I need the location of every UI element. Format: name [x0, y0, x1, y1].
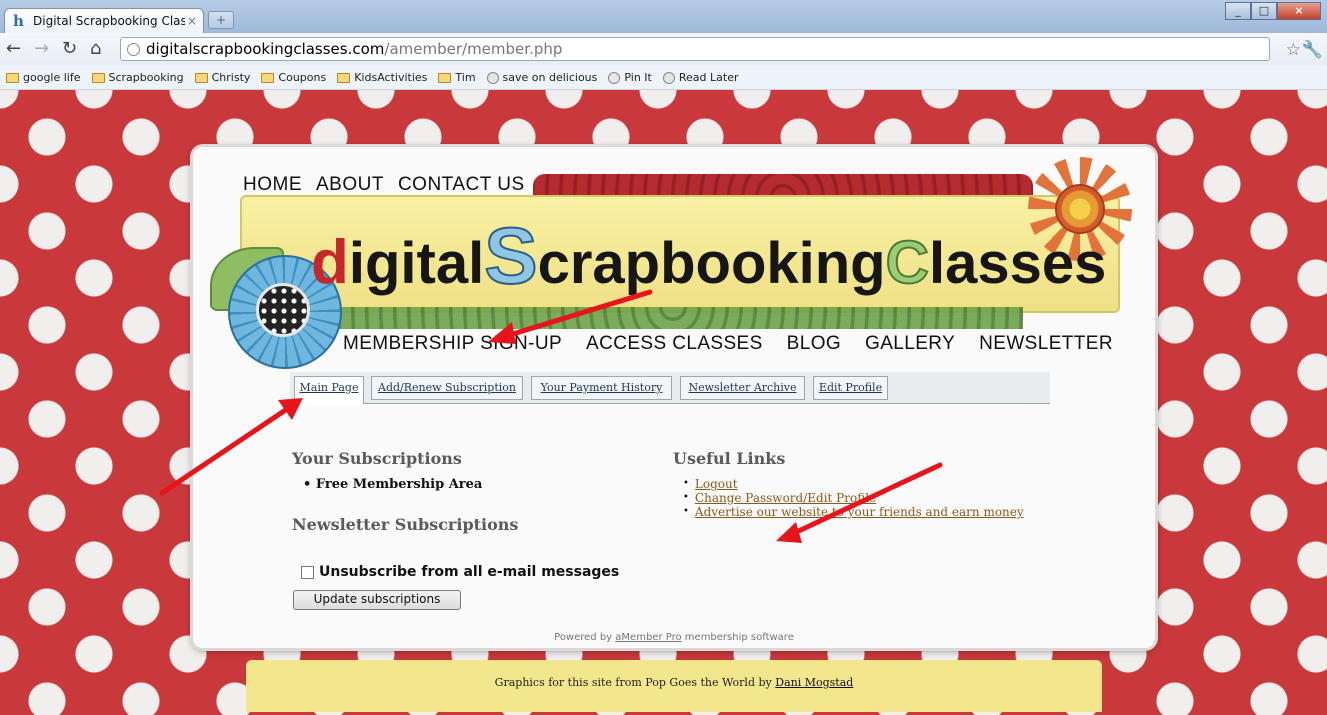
maximize-icon[interactable]: □	[1251, 2, 1277, 20]
green-ricrac-decoration	[323, 307, 1023, 329]
nav-blog[interactable]: BLOG	[787, 333, 841, 355]
flower-center-decoration	[256, 283, 310, 337]
useful-links-heading: Useful Links	[673, 449, 786, 468]
update-subscriptions-button[interactable]: Update subscriptions	[293, 590, 461, 610]
folder-icon	[337, 72, 351, 83]
tab-edit-profile[interactable]: Edit Profile	[813, 376, 888, 400]
nav-gallery[interactable]: GALLERY	[865, 333, 955, 355]
url-path: /amember/member.php	[384, 40, 563, 58]
unsubscribe-label[interactable]: Unsubscribe from all e-mail messages	[319, 564, 619, 580]
main-nav: MEMBERSHIP SIGN-UP ACCESS CLASSES BLOG G…	[343, 333, 1113, 355]
list-item: • Change Password/Edit Profile	[683, 491, 877, 505]
page-globe-icon	[127, 42, 140, 56]
bookmarks-bar: google life Scrapbooking Christy Coupons…	[0, 66, 1327, 90]
useful-links-list: • Logout • Change Password/Edit Profile • A…	[683, 477, 1024, 519]
change-password-link[interactable]: Change Password/Edit Profile	[695, 491, 876, 505]
tab-add-renew-subscription[interactable]: Add/Renew Subscription	[371, 376, 523, 400]
globe-icon	[608, 71, 621, 84]
tab-title: Digital Scrapbooking Classe	[33, 14, 185, 28]
address-bar[interactable]: digitalscrapbookingclasses.com /amember/…	[120, 37, 1270, 61]
tab-payment-history[interactable]: Your Payment History	[531, 376, 672, 400]
newsletter-heading: Newsletter Subscriptions	[292, 515, 519, 534]
nav-membership-sign-up[interactable]: MEMBERSHIP SIGN-UP	[343, 333, 562, 355]
nav-about[interactable]: ABOUT	[316, 174, 384, 195]
subscriptions-heading: Your Subscriptions	[292, 449, 462, 468]
home-icon[interactable]: ⌂	[90, 40, 101, 58]
bookmark-star-icon[interactable]: ☆	[1286, 40, 1301, 60]
nav-newsletter[interactable]: NEWSLETTER	[979, 333, 1113, 355]
browser-toolbar: ← → ↻ ⌂ digitalscrapbookingclasses.com /…	[0, 33, 1327, 66]
site-logo[interactable]: digitalScrapbookingClasses	[311, 210, 1106, 302]
folder-icon	[261, 72, 275, 83]
content-card: HOME ABOUT CONTACT US digitalScrapbookingC…	[193, 147, 1155, 648]
close-window-icon[interactable]: ×	[1277, 2, 1321, 20]
unsubscribe-row: Unsubscribe from all e-mail messages	[301, 564, 619, 580]
bookmark-google-life[interactable]: google life	[6, 71, 81, 84]
list-item: • Logout	[683, 477, 738, 491]
folder-icon	[438, 72, 452, 83]
folder-icon	[194, 72, 208, 83]
bookmark-christy[interactable]: Christy	[194, 71, 250, 84]
browser-titlebar: h Digital Scrapbooking Classe × + _ □ ×	[0, 0, 1327, 33]
url-host: digitalscrapbookingclasses.com	[146, 40, 385, 58]
reload-icon[interactable]: ↻	[62, 40, 77, 58]
bookmark-coupons[interactable]: Coupons	[261, 71, 326, 84]
top-nav: HOME ABOUT CONTACT US	[243, 174, 539, 196]
wrench-menu-icon[interactable]: 🔧	[1302, 40, 1323, 60]
graphics-credit-footer: Graphics for this site from Pop Goes the…	[246, 660, 1102, 712]
dani-mogstad-link[interactable]: Dani Mogstad	[775, 676, 853, 689]
bookmark-scrapbooking[interactable]: Scrapbooking	[91, 71, 184, 84]
powered-by: Powered by aMember Pro membership softwa…	[554, 632, 794, 643]
tab-newsletter-archive[interactable]: Newsletter Archive	[680, 376, 805, 400]
logout-link[interactable]: Logout	[695, 477, 738, 491]
affiliate-link[interactable]: Advertise our website to your friends an…	[695, 505, 1024, 519]
bookmark-save-on-delicious[interactable]: save on delicious	[486, 71, 597, 84]
browser-tab[interactable]: h Digital Scrapbooking Classe ×	[4, 8, 204, 33]
window-controls: _ □ ×	[1225, 2, 1321, 20]
nav-contact-us[interactable]: CONTACT US	[398, 174, 525, 195]
subscription-item: • Free Membership Area	[303, 477, 483, 492]
tab-close-icon[interactable]: ×	[187, 14, 197, 28]
folder-icon	[6, 72, 19, 83]
bookmark-kidsactivities[interactable]: KidsActivities	[337, 71, 427, 84]
bookmark-tim[interactable]: Tim	[438, 71, 476, 84]
globe-icon	[662, 71, 675, 84]
bookmark-read-later[interactable]: Read Later	[662, 71, 738, 84]
minimize-icon[interactable]: _	[1225, 2, 1251, 20]
back-arrow-icon[interactable]: ←	[6, 40, 21, 58]
new-tab-button[interactable]: +	[208, 11, 234, 29]
site-favicon-icon: h	[13, 12, 24, 30]
page-viewport: HOME ABOUT CONTACT US digitalScrapbookingC…	[0, 90, 1327, 715]
member-tabs: Main Page Add/Renew Subscription Your Pa…	[290, 372, 1050, 404]
forward-arrow-icon[interactable]: →	[34, 40, 49, 58]
amember-link[interactable]: aMember Pro	[615, 632, 681, 643]
unsubscribe-checkbox[interactable]	[301, 565, 314, 579]
folder-icon	[91, 72, 105, 83]
nav-access-classes[interactable]: ACCESS CLASSES	[586, 333, 763, 355]
tab-main-page[interactable]: Main Page	[294, 376, 364, 404]
globe-icon	[486, 71, 499, 84]
nav-home[interactable]: HOME	[243, 174, 302, 195]
list-item: • Advertise our website to your friends a…	[683, 505, 1024, 519]
bookmark-pin-it[interactable]: Pin It	[608, 71, 652, 84]
